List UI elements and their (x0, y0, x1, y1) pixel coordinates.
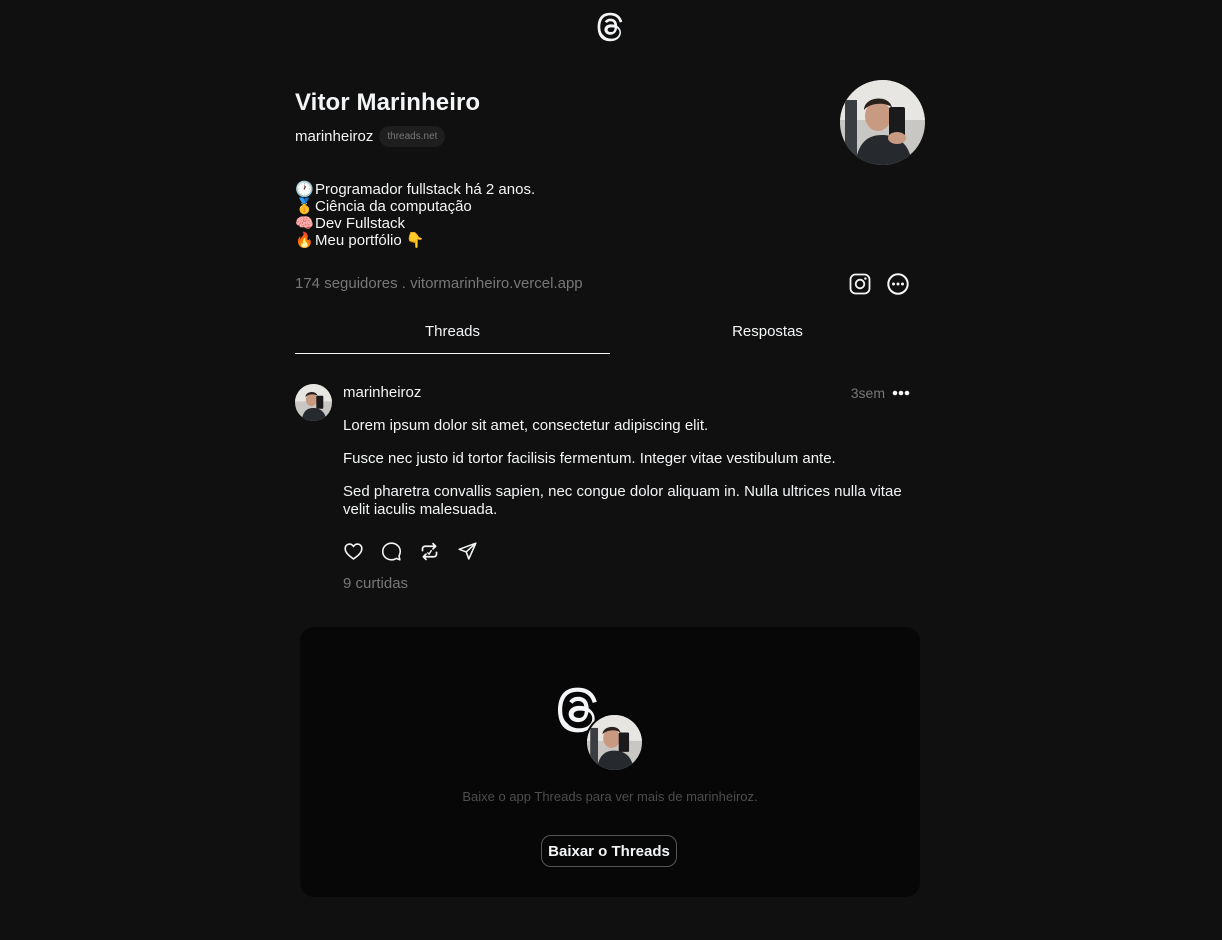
bio-text: Ciência da computação (315, 198, 472, 215)
post-username[interactable]: marinheiroz (343, 384, 421, 401)
profile-name: Vitor Marinheiro (295, 89, 481, 116)
bio-line: 🕐Programador fullstack há 2 anos. (295, 181, 535, 198)
bio-line: 🔥Meu portfólio 👇 (295, 232, 535, 249)
card-avatar (585, 713, 644, 772)
post-actions (343, 541, 478, 562)
handle-row: marinheiroz threads.net (295, 126, 446, 147)
post-timestamp: 3sem (850, 385, 885, 401)
bio-text: Programador fullstack há 2 anos. (315, 181, 536, 198)
post-paragraph: Lorem ipsum dolor sit amet, consectetur … (343, 417, 709, 434)
bio-line: 🥇Ciência da computação (295, 198, 535, 215)
profile-container: Vitor Marinheiro marinheiroz threads.net… (295, 0, 925, 940)
instagram-icon[interactable] (848, 272, 872, 296)
tab-threads[interactable]: Threads (295, 312, 610, 354)
profile-handle: marinheiroz (295, 128, 374, 145)
more-circle-icon[interactable] (886, 272, 910, 296)
bio-line: 🧠Dev Fullstack (295, 215, 535, 232)
share-icon[interactable] (457, 541, 478, 562)
brain-icon: 🧠 (295, 215, 314, 232)
download-threads-button[interactable]: Baixar o Threads (541, 835, 677, 867)
profile-tabs: Threads Respostas (295, 312, 925, 354)
domain-badge[interactable]: threads.net (379, 126, 446, 147)
download-app-card: Baixe o app Threads para ver mais de mar… (300, 627, 920, 897)
post-paragraph: Fusce nec justo id tortor facilisis ferm… (343, 450, 836, 467)
fire-icon: 🔥 (295, 232, 314, 249)
post-more-icon[interactable] (891, 387, 911, 399)
repost-icon[interactable] (419, 541, 440, 562)
post-paragraph: Sed pharetra convallis sapien, nec congu… (343, 483, 902, 518)
medal-icon: 🥇 (295, 198, 314, 215)
card-message: Baixe o app Threads para ver mais de mar… (462, 789, 758, 804)
post-avatar[interactable] (295, 384, 332, 421)
clock-icon: 🕐 (295, 181, 314, 198)
heart-icon[interactable] (343, 541, 364, 562)
followers-and-link[interactable]: 174 seguidores . vitormarinheiro.vercel.… (295, 275, 583, 292)
comment-icon[interactable] (381, 541, 402, 562)
bio-text: Dev Fullstack (315, 215, 406, 232)
likes-count[interactable]: 9 curtidas (343, 575, 408, 592)
profile-avatar[interactable] (840, 80, 925, 165)
tab-respostas[interactable]: Respostas (610, 312, 925, 354)
profile-bio: 🕐Programador fullstack há 2 anos. 🥇Ciênc… (295, 181, 535, 249)
bio-text: Meu portfólio 👇 (315, 232, 425, 249)
post-body: Lorem ipsum dolor sit amet, consectetur … (343, 417, 918, 534)
